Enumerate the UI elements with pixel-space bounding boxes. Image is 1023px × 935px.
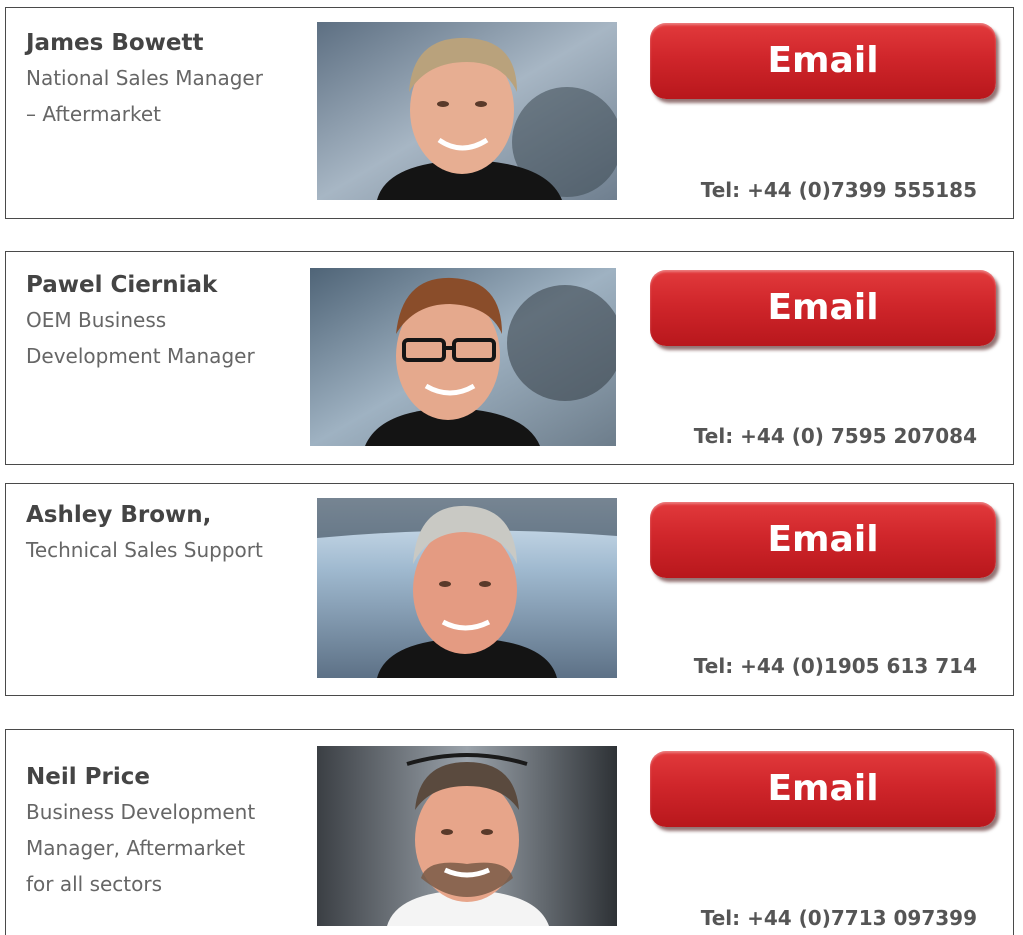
contact-info: Neil Price Business Development Manager,… [26, 760, 306, 902]
contact-photo [310, 268, 616, 446]
contact-card: James Bowett National Sales Manager – Af… [5, 7, 1014, 219]
contact-role-line: Development Manager [26, 344, 255, 368]
contact-phone: Tel: +44 (0) 7595 207084 [693, 424, 977, 448]
contact-role-line: – Aftermarket [26, 102, 162, 126]
contact-phone: Tel: +44 (0)7399 555185 [700, 178, 977, 202]
contact-card: Neil Price Business Development Manager,… [5, 729, 1014, 935]
contact-photo [317, 498, 617, 678]
contact-role-line: for all sectors [26, 872, 163, 896]
contact-role-line: National Sales Manager [26, 66, 263, 90]
contact-name: James Bowett [26, 30, 204, 56]
contact-name: Neil Price [26, 764, 150, 790]
contact-card: Ashley Brown, Technical Sales Support Em… [5, 483, 1014, 696]
contact-photo [317, 22, 617, 200]
contact-role-line: Business Development [26, 800, 256, 824]
contact-card: Pawel Cierniak OEM Business Development … [5, 251, 1014, 465]
email-button[interactable]: Email [650, 270, 996, 346]
contact-phone: Tel: +44 (0)1905 613 714 [693, 654, 977, 678]
email-button[interactable]: Email [650, 23, 996, 99]
contact-name: Ashley Brown, [26, 502, 212, 528]
contact-phone: Tel: +44 (0)7713 097399 [700, 906, 977, 930]
contact-role-line: Technical Sales Support [26, 538, 263, 562]
email-button[interactable]: Email [650, 751, 996, 827]
contact-role-line: Manager, Aftermarket [26, 836, 246, 860]
contact-name: Pawel Cierniak [26, 272, 218, 298]
contact-photo [317, 746, 617, 926]
email-button[interactable]: Email [650, 502, 996, 578]
contact-info: James Bowett National Sales Manager – Af… [26, 26, 306, 132]
contact-info: Ashley Brown, Technical Sales Support [26, 498, 306, 568]
contact-role-line: OEM Business [26, 308, 167, 332]
contact-info: Pawel Cierniak OEM Business Development … [26, 268, 306, 374]
